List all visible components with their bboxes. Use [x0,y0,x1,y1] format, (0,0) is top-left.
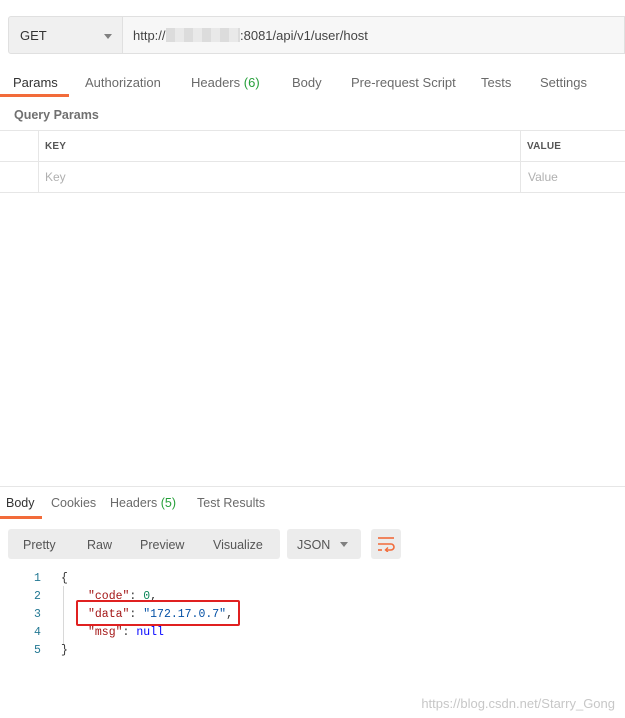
tab-params[interactable]: Params [13,75,58,90]
line-number: 5 [34,644,41,657]
indent-guide [63,586,64,644]
url-suffix: :8081/api/v1/user/host [240,28,368,43]
tab-pre-request-script[interactable]: Pre-request Script [351,75,456,90]
params-table-divider [520,130,521,192]
view-preview-button[interactable]: Preview [140,538,184,552]
view-visualize-button[interactable]: Visualize [213,538,263,552]
tab-headers[interactable]: Headers (6) [191,75,260,90]
response-tab-cookies[interactable]: Cookies [51,496,96,510]
code-close-brace: } [61,644,68,657]
format-select-label: JSON [297,538,331,552]
highlight-annotation-box [76,600,240,626]
tab-params-underline [0,94,69,97]
tab-headers-label: Headers [191,75,241,90]
line-number: 1 [34,572,41,585]
line-number: 3 [34,608,41,621]
column-header-value: VALUE [527,141,562,152]
response-tab-body[interactable]: Body [6,496,35,510]
response-tab-headers-label: Headers [110,496,158,510]
response-pane-divider [0,486,625,487]
query-params-title: Query Params [14,108,99,122]
tab-authorization[interactable]: Authorization [85,75,161,90]
line-number: 4 [34,626,41,639]
code-open-brace: { [61,572,68,585]
url-prefix: http:// [133,28,166,43]
response-tab-test-results[interactable]: Test Results [197,496,265,510]
view-pretty-button[interactable]: Pretty [23,538,56,552]
params-table-top-border [0,130,625,131]
format-select[interactable]: JSON [287,529,361,559]
tab-body[interactable]: Body [292,75,322,90]
method-label: GET [20,28,47,43]
params-table-header-border [0,161,625,162]
chevron-down-icon [104,34,112,39]
tab-tests[interactable]: Tests [481,75,511,90]
line-number: 2 [34,590,41,603]
response-tab-body-underline [0,516,42,519]
json-value-msg: null [136,626,164,639]
wrap-lines-icon [378,537,395,552]
response-tab-headers-count: (5) [160,496,177,510]
json-key-msg: "msg" [88,626,123,639]
response-tab-headers[interactable]: Headers (5) [110,496,176,510]
code-line-msg: "msg": null [88,626,164,639]
view-raw-button[interactable]: Raw [87,538,112,552]
tab-settings[interactable]: Settings [540,75,587,90]
tab-headers-count: (6) [243,75,260,90]
watermark-text: https://blog.csdn.net/Starry_Gong [421,696,615,711]
url-redacted-host [166,28,240,42]
param-value-input[interactable]: Value [528,170,558,184]
params-table-divider [38,130,39,192]
column-header-key: KEY [45,141,67,152]
chevron-down-icon [340,542,348,547]
wrap-lines-button[interactable] [371,529,401,559]
url-input[interactable]: http:// :8081/api/v1/user/host [123,16,625,54]
params-table-bottom-border [0,192,625,193]
method-select[interactable]: GET [8,16,123,54]
param-key-input[interactable]: Key [45,170,66,184]
